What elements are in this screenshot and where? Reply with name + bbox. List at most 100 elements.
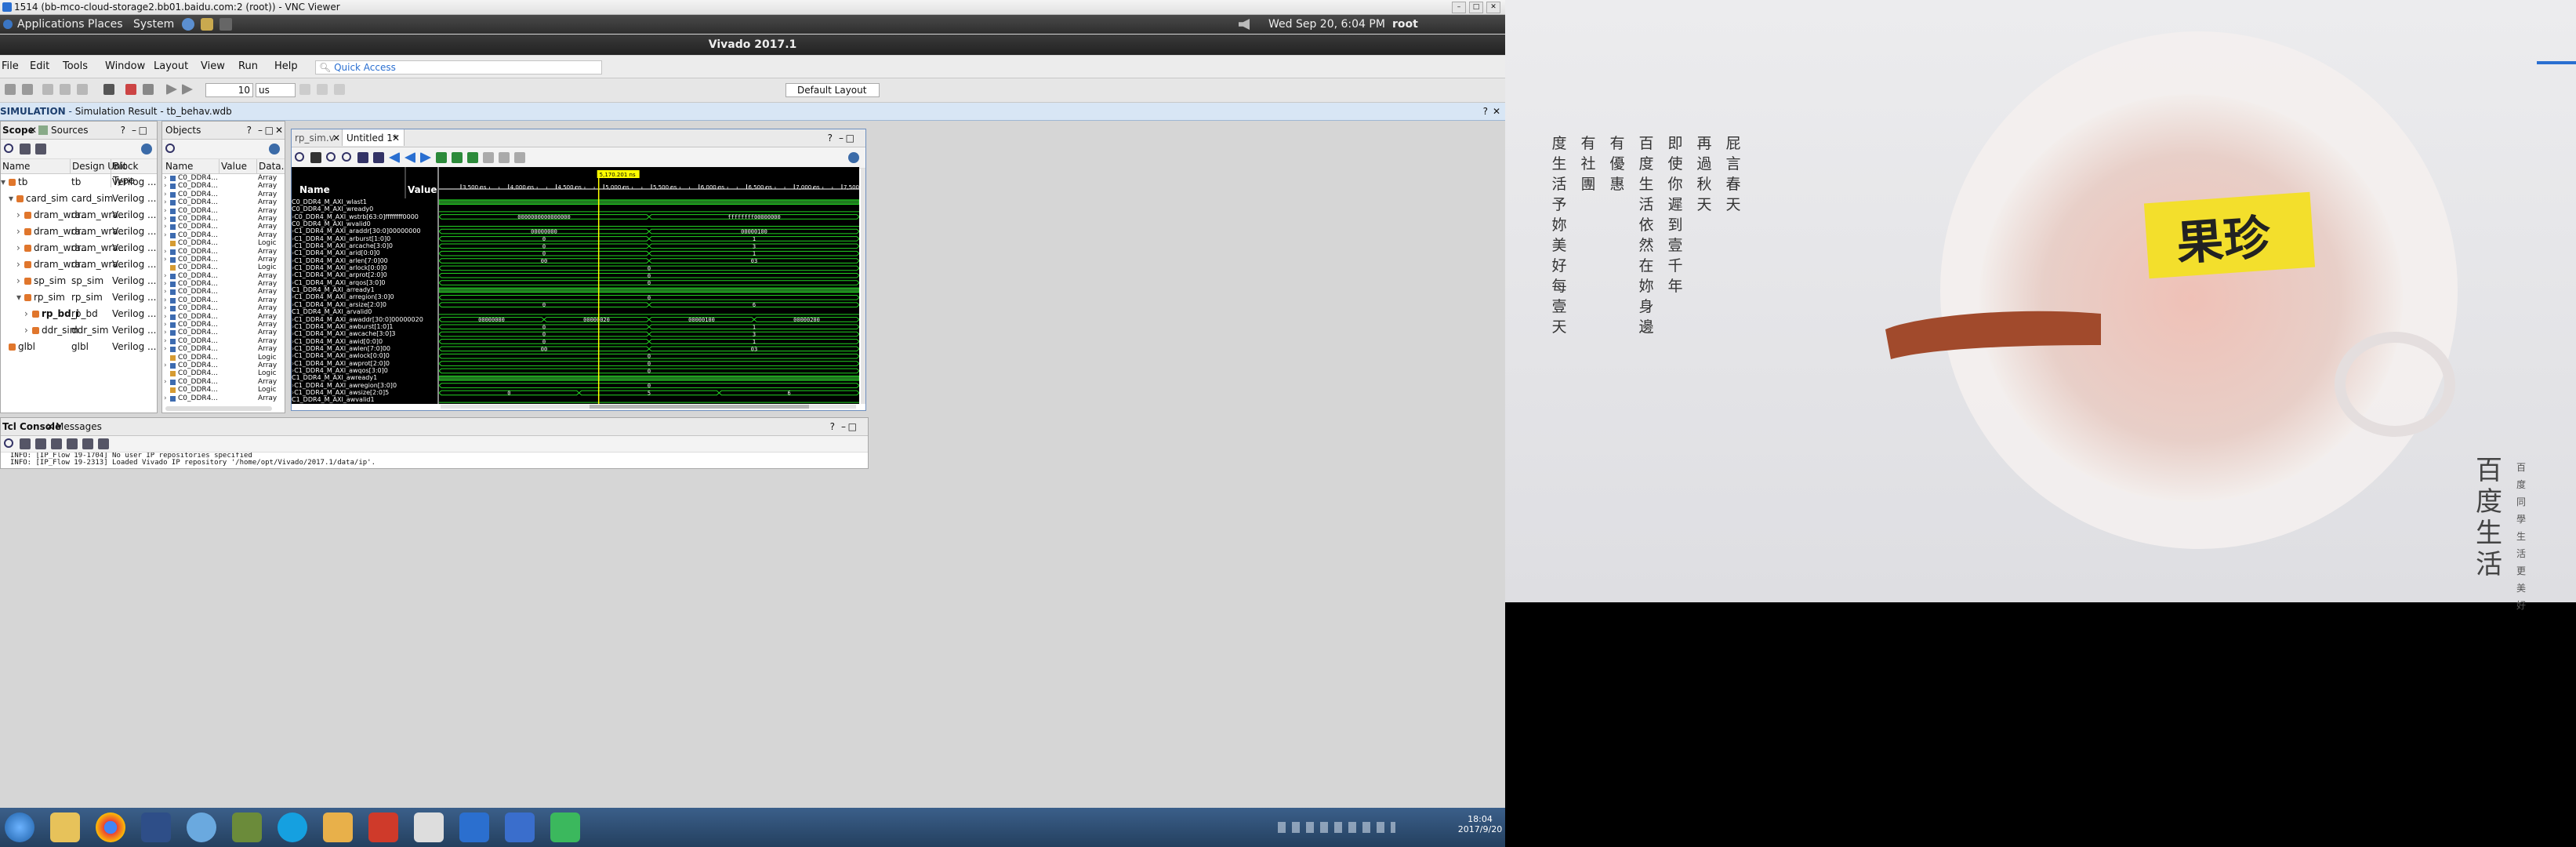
object-row[interactable]: › C0_DDR4... Array	[162, 207, 285, 215]
maximize-icon[interactable]: □	[139, 122, 147, 139]
maximize-icon[interactable]: □	[848, 418, 857, 435]
object-row[interactable]: › C0_DDR4... Array	[162, 329, 285, 336]
gear-icon[interactable]	[269, 144, 280, 154]
help-icon[interactable]: ?	[247, 122, 252, 139]
close-icon[interactable]: ✕	[46, 418, 54, 435]
maximize-icon[interactable]: □	[265, 122, 274, 139]
gnome-user[interactable]: root	[1392, 15, 1418, 34]
undo-icon[interactable]	[5, 84, 16, 95]
gear-icon[interactable]	[141, 144, 152, 154]
scope-row[interactable]: › dram_wra... dram_wra... Verilog ...	[1, 240, 157, 256]
col-data-type[interactable]: Data...	[256, 159, 285, 173]
signal-row[interactable]: ›C1_DDR4_M_AXI_arprot[2:0]0	[292, 271, 437, 278]
scope-row[interactable]: › dram_wra... dram_wra... Verilog ...	[1, 224, 157, 240]
menu-run[interactable]: Run	[238, 56, 258, 78]
vnc-icon[interactable]	[414, 812, 444, 842]
search-app-icon[interactable]	[323, 812, 353, 842]
copy-icon[interactable]	[42, 84, 53, 95]
delete-icon[interactable]	[77, 84, 88, 95]
tab-sources[interactable]: Sources	[51, 122, 88, 139]
object-row[interactable]: › C0_DDR4... Array	[162, 256, 285, 264]
scope-row[interactable]: › sp_sim sp_sim Verilog ...	[1, 273, 157, 289]
signal-row[interactable]: ›C1_DDR4_M_AXI_araddr[30:0]00000000	[292, 227, 437, 234]
object-row[interactable]: C0_DDR4... Logic	[162, 369, 285, 377]
expand-icon[interactable]: ›	[164, 191, 167, 198]
go-to-start-icon[interactable]	[405, 152, 415, 163]
go-to-cursor-icon[interactable]	[373, 152, 384, 163]
signal-row[interactable]: ›C1_DDR4_M_AXI_awregion[3:0]0	[292, 382, 437, 389]
menu-tools[interactable]: Tools	[63, 56, 88, 78]
mail-launcher-icon[interactable]	[201, 18, 213, 31]
expand-icon[interactable]: ›	[164, 329, 167, 336]
col-signal-value[interactable]: Value	[408, 184, 437, 195]
expand-icon[interactable]: ›	[164, 313, 167, 321]
object-row[interactable]: › C0_DDR4... Array	[162, 321, 285, 329]
add-marker-icon[interactable]	[467, 152, 478, 163]
expand-icon[interactable]: ›	[16, 207, 20, 224]
expand-icon[interactable]: ›	[164, 280, 167, 288]
expand-icon[interactable]: ›	[164, 248, 167, 256]
pause-icon[interactable]	[317, 84, 328, 95]
expand-icon[interactable]: ▾	[1, 174, 5, 191]
help-icon[interactable]: ?	[121, 122, 125, 139]
redo-icon[interactable]	[22, 84, 33, 95]
menu-edit[interactable]: Edit	[30, 56, 49, 78]
scope-row[interactable]: › rp_bd_i rp_bd Verilog ...	[1, 306, 157, 322]
signal-row[interactable]: ›C1_DDR4_M_AXI_arburst[1:0]0	[292, 235, 437, 242]
object-row[interactable]: › C0_DDR4... Array	[162, 394, 285, 402]
next-transition-icon[interactable]	[452, 152, 463, 163]
close-icon[interactable]: ✕	[275, 122, 283, 139]
quick-access-search[interactable]: 🔍︎ Quick Access	[315, 60, 602, 75]
expand-all-icon[interactable]	[35, 438, 46, 449]
expand-icon[interactable]: ›	[24, 306, 28, 322]
step-icon[interactable]	[299, 84, 310, 95]
save-app-icon[interactable]	[141, 812, 171, 842]
signal-row[interactable]: C1_DDR4_M_AXI_awready1	[292, 374, 437, 381]
object-row[interactable]: › C0_DDR4... Array	[162, 304, 285, 312]
scope-row[interactable]: › dram_wra... dram_wra... Verilog ...	[1, 256, 157, 273]
collapse-all-icon[interactable]	[20, 144, 31, 154]
col-signal-name[interactable]: Name	[299, 184, 330, 195]
chrome-icon[interactable]	[96, 812, 125, 842]
search-icon[interactable]	[295, 152, 304, 162]
zoom-in-icon[interactable]	[326, 152, 336, 162]
object-row[interactable]: › C0_DDR4... Array	[162, 345, 285, 353]
object-row[interactable]: › C0_DDR4... Array	[162, 191, 285, 198]
expand-icon[interactable]: ›	[164, 231, 167, 239]
expand-icon[interactable]: ▾	[16, 289, 21, 306]
settings-icon[interactable]	[103, 84, 114, 95]
expand-icon[interactable]: ›	[164, 288, 167, 296]
signal-row[interactable]: C1_DDR4_M_AXI_arvalid0	[292, 308, 437, 315]
expand-icon[interactable]: ›	[164, 256, 167, 264]
expand-icon[interactable]: ›	[24, 322, 28, 339]
system-tray[interactable]	[1278, 822, 1395, 833]
close-icon[interactable]: ✕	[392, 129, 400, 147]
volume-icon[interactable]	[1239, 19, 1250, 30]
clear-icon[interactable]	[82, 438, 93, 449]
prev-edge-icon[interactable]	[389, 152, 400, 163]
gear-icon[interactable]	[848, 152, 859, 163]
close-icon[interactable]: ✕	[29, 122, 37, 139]
object-row[interactable]: › C0_DDR4... Array	[162, 215, 285, 223]
expand-icon[interactable]: ▾	[9, 191, 13, 207]
signal-row[interactable]: ›C1_DDR4_M_AXI_awlen[7:0]00	[292, 345, 437, 352]
wave-vscrollbar[interactable]	[861, 169, 865, 404]
signal-row[interactable]: ›C1_DDR4_M_AXI_arid[0:0]0	[292, 249, 437, 256]
expand-icon[interactable]: ›	[164, 215, 167, 223]
expand-icon[interactable]: ›	[164, 207, 167, 215]
object-row[interactable]: › C0_DDR4... Array	[162, 337, 285, 345]
expand-icon[interactable]: ›	[164, 296, 167, 304]
object-row[interactable]: › C0_DDR4... Array	[162, 182, 285, 190]
object-row[interactable]: › C0_DDR4... Array	[162, 288, 285, 296]
waveform-canvas[interactable]: 3,500 ns 4,000 ns 4,500 ns 5,000 ns 5,500 ns…	[439, 167, 859, 404]
expand-icon[interactable]: ›	[164, 362, 167, 369]
gnome-clock[interactable]: Wed Sep 20, 6:04 PM	[1268, 15, 1385, 34]
zoom-out-icon[interactable]	[342, 152, 351, 162]
menu-help[interactable]: Help	[274, 56, 298, 78]
signal-row[interactable]: ›C1_DDR4_M_AXI_arqos[3:0]0	[292, 279, 437, 286]
wechat-icon[interactable]	[550, 812, 580, 842]
object-row[interactable]: C0_DDR4... Logic	[162, 239, 285, 247]
save-icon[interactable]	[310, 152, 321, 163]
menu-window[interactable]: Window	[105, 56, 145, 78]
help-icon[interactable]: ?	[828, 129, 833, 147]
